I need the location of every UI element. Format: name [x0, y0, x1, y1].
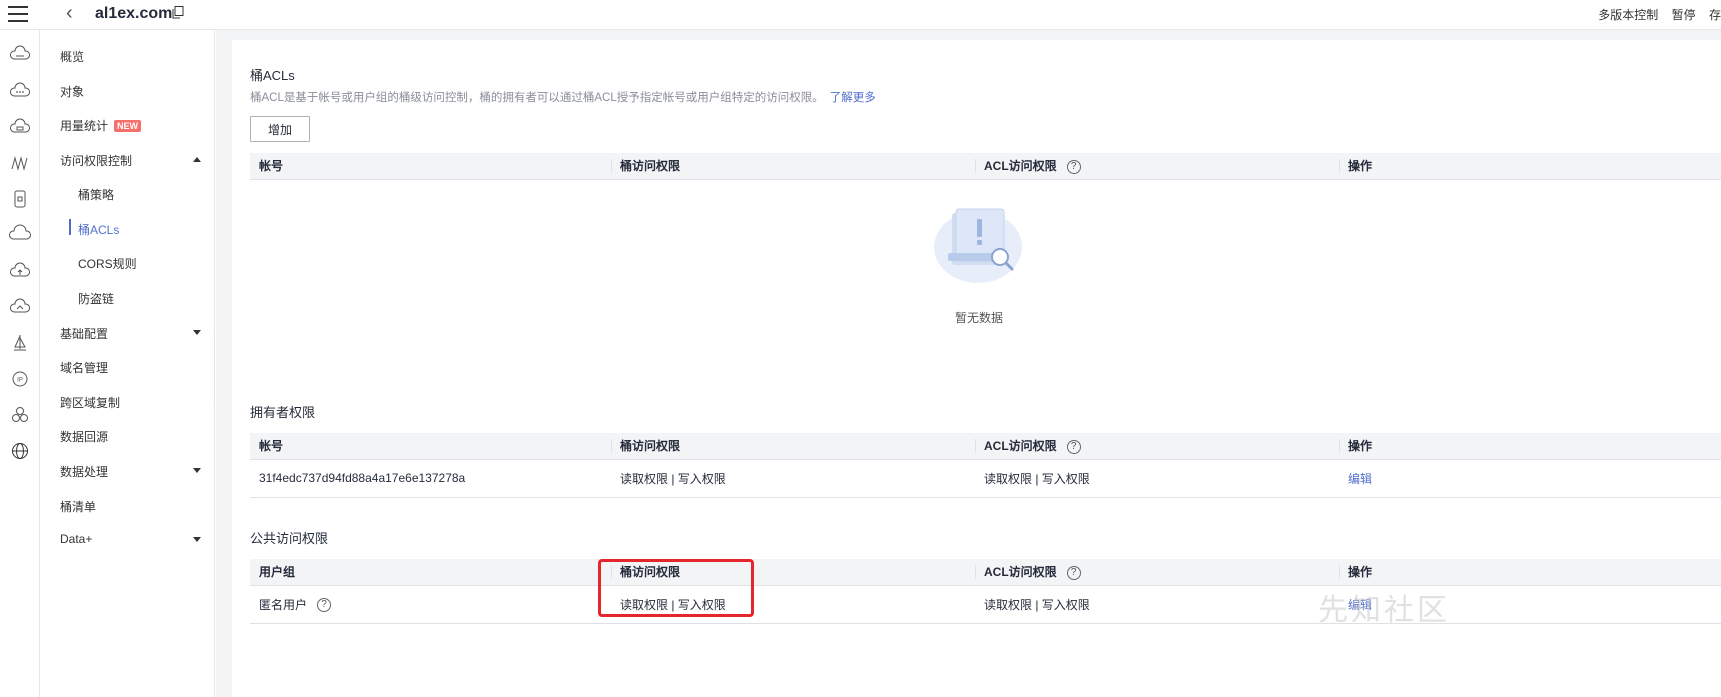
annotation-highlight-box [598, 559, 754, 617]
col-account: 帐号 [250, 433, 611, 460]
col-actions: 操作 [1339, 153, 1721, 180]
cloud-search-icon[interactable] [9, 296, 31, 318]
group-cell: 匿名用户? [250, 585, 611, 624]
nav-data-plus[interactable]: Data+ [60, 532, 92, 552]
learn-more-link[interactable]: 了解更多 [830, 92, 876, 104]
versioning-link[interactable]: 多版本控制 [1598, 8, 1658, 22]
nav-domain[interactable]: 域名管理 [60, 359, 108, 379]
owner-actions-cell: 编辑 [1339, 459, 1721, 498]
chevron-down-icon[interactable] [193, 330, 201, 335]
bucket-nav-sidebar: 概览 对象 用量统计 NEW 访问权限控制 桶策略 桶ACLs CORS规则 防盗… [41, 30, 215, 697]
nav-inventory[interactable]: 桶清单 [60, 498, 96, 518]
acl-section-title: 桶ACLs [250, 68, 295, 83]
help-icon[interactable]: ? [1066, 566, 1081, 581]
public-acl-permission: 读取权限 | 写入权限 [975, 585, 1339, 624]
chevron-down-icon[interactable] [193, 537, 201, 542]
acl-table: 帐号 桶访问权限 ACL访问权限? 操作 [250, 153, 1721, 180]
public-section-title: 公共访问权限 [250, 531, 329, 546]
top-right-actions: 多版本控制 暂停 存 [1588, 6, 1721, 23]
table-row: 31f4edc737d94fd88a4a17e6e137278a 读取权限 | … [250, 459, 1721, 498]
nav-usage-label: 用量统计 [60, 119, 109, 133]
new-badge: NEW [114, 120, 142, 132]
table-row: 匿名用户? 读取权限 | 写入权限 读取权限 | 写入权限 编辑 [250, 585, 1721, 624]
owner-account-id: 31f4edc737d94fd88a4a17e6e137278a [250, 459, 611, 498]
nav-basic-config[interactable]: 基础配置 [60, 325, 108, 345]
col-bucket-permission: 桶访问权限 [611, 153, 975, 180]
nav-usage[interactable]: 用量统计 NEW [60, 117, 142, 137]
owner-acl-permission: 读取权限 | 写入权限 [975, 459, 1339, 498]
nav-hotlink[interactable]: 防盗链 [78, 290, 114, 310]
truncated-link[interactable]: 存 [1709, 8, 1721, 22]
edit-owner-link[interactable]: 编辑 [1348, 472, 1372, 486]
nav-overview[interactable]: 概览 [60, 48, 84, 68]
acl-description-text: 桶ACL是基于帐号或用户组的桶级访问控制，桶的拥有者可以通过桶ACL授予指定帐号… [250, 92, 824, 104]
col-acl-permission-label: ACL访问权限 [984, 159, 1057, 174]
add-acl-button[interactable]: 增加 [250, 116, 310, 142]
cloud-icon[interactable] [9, 224, 31, 246]
nav-data-processing[interactable]: 数据处理 [60, 463, 108, 483]
ip-icon[interactable]: IP [9, 368, 31, 390]
col-acl-permission-label: ACL访问权限 [984, 439, 1057, 454]
owner-section-title: 拥有者权限 [250, 405, 316, 420]
nav-objects[interactable]: 对象 [60, 83, 84, 103]
globe-icon[interactable] [9, 440, 31, 462]
col-acl-permission-label: ACL访问权限 [984, 565, 1057, 580]
col-account: 帐号 [250, 153, 611, 180]
help-icon[interactable]: ? [317, 598, 332, 613]
cloud-upload-icon[interactable] [9, 260, 31, 282]
col-acl-permission: ACL访问权限? [975, 433, 1339, 460]
empty-state-illustration [930, 205, 1026, 288]
empty-state-text: 暂无数据 [954, 311, 1003, 325]
cloud-storage-icon[interactable] [9, 116, 31, 138]
col-user-group: 用户组 [250, 559, 611, 586]
cluster-icon[interactable] [9, 404, 31, 426]
suspend-link[interactable]: 暂停 [1672, 8, 1696, 22]
acl-section-description: 桶ACL是基于帐号或用户组的桶级访问控制，桶的拥有者可以通过桶ACL授予指定帐号… [250, 89, 876, 105]
col-actions: 操作 [1339, 433, 1721, 460]
top-bar: ‹ al1ex.com 多版本控制 暂停 存 [0, 0, 1721, 30]
nav-cors[interactable]: CORS规则 [78, 255, 137, 275]
network-icon[interactable] [9, 152, 31, 174]
sailboat-icon[interactable] [9, 332, 31, 354]
active-indicator [69, 219, 71, 235]
cloud-more-icon[interactable] [9, 80, 31, 102]
empty-document-icon [934, 208, 1022, 283]
service-icon-rail: IP [0, 30, 40, 697]
cloud-server-icon[interactable] [9, 44, 31, 66]
nav-cross-region[interactable]: 跨区域复制 [60, 394, 120, 414]
col-acl-permission: ACL访问权限? [975, 559, 1339, 586]
copy-icon[interactable] [172, 6, 184, 19]
anonymous-user-label: 匿名用户 [259, 597, 308, 612]
watermark: 先知社区 [1318, 593, 1450, 628]
phone-icon[interactable] [9, 188, 31, 210]
nav-back-to-source[interactable]: 数据回源 [60, 428, 108, 448]
owner-table: 帐号 桶访问权限 ACL访问权限? 操作 31f4edc737d94fd88a4… [250, 433, 1721, 498]
chevron-up-icon[interactable] [193, 157, 201, 162]
public-table: 用户组 桶访问权限 ACL访问权限? 操作 匿名用户? 读取权限 | 写入权限 … [250, 559, 1721, 624]
owner-bucket-permission: 读取权限 | 写入权限 [611, 459, 975, 498]
help-icon[interactable]: ? [1066, 440, 1081, 455]
col-acl-permission: ACL访问权限? [975, 153, 1339, 180]
bucket-name: al1ex.com [95, 5, 173, 22]
svg-text:IP: IP [17, 378, 23, 384]
col-actions: 操作 [1339, 559, 1721, 586]
nav-bucket-acls[interactable]: 桶ACLs [78, 221, 119, 241]
nav-access-control[interactable]: 访问权限控制 [60, 152, 132, 172]
menu-icon[interactable] [8, 6, 28, 24]
back-arrow-icon[interactable]: ‹ [66, 2, 73, 25]
col-bucket-permission: 桶访问权限 [611, 433, 975, 460]
help-icon[interactable]: ? [1066, 160, 1081, 175]
chevron-down-icon[interactable] [193, 468, 201, 473]
nav-bucket-policy[interactable]: 桶策略 [78, 186, 114, 206]
